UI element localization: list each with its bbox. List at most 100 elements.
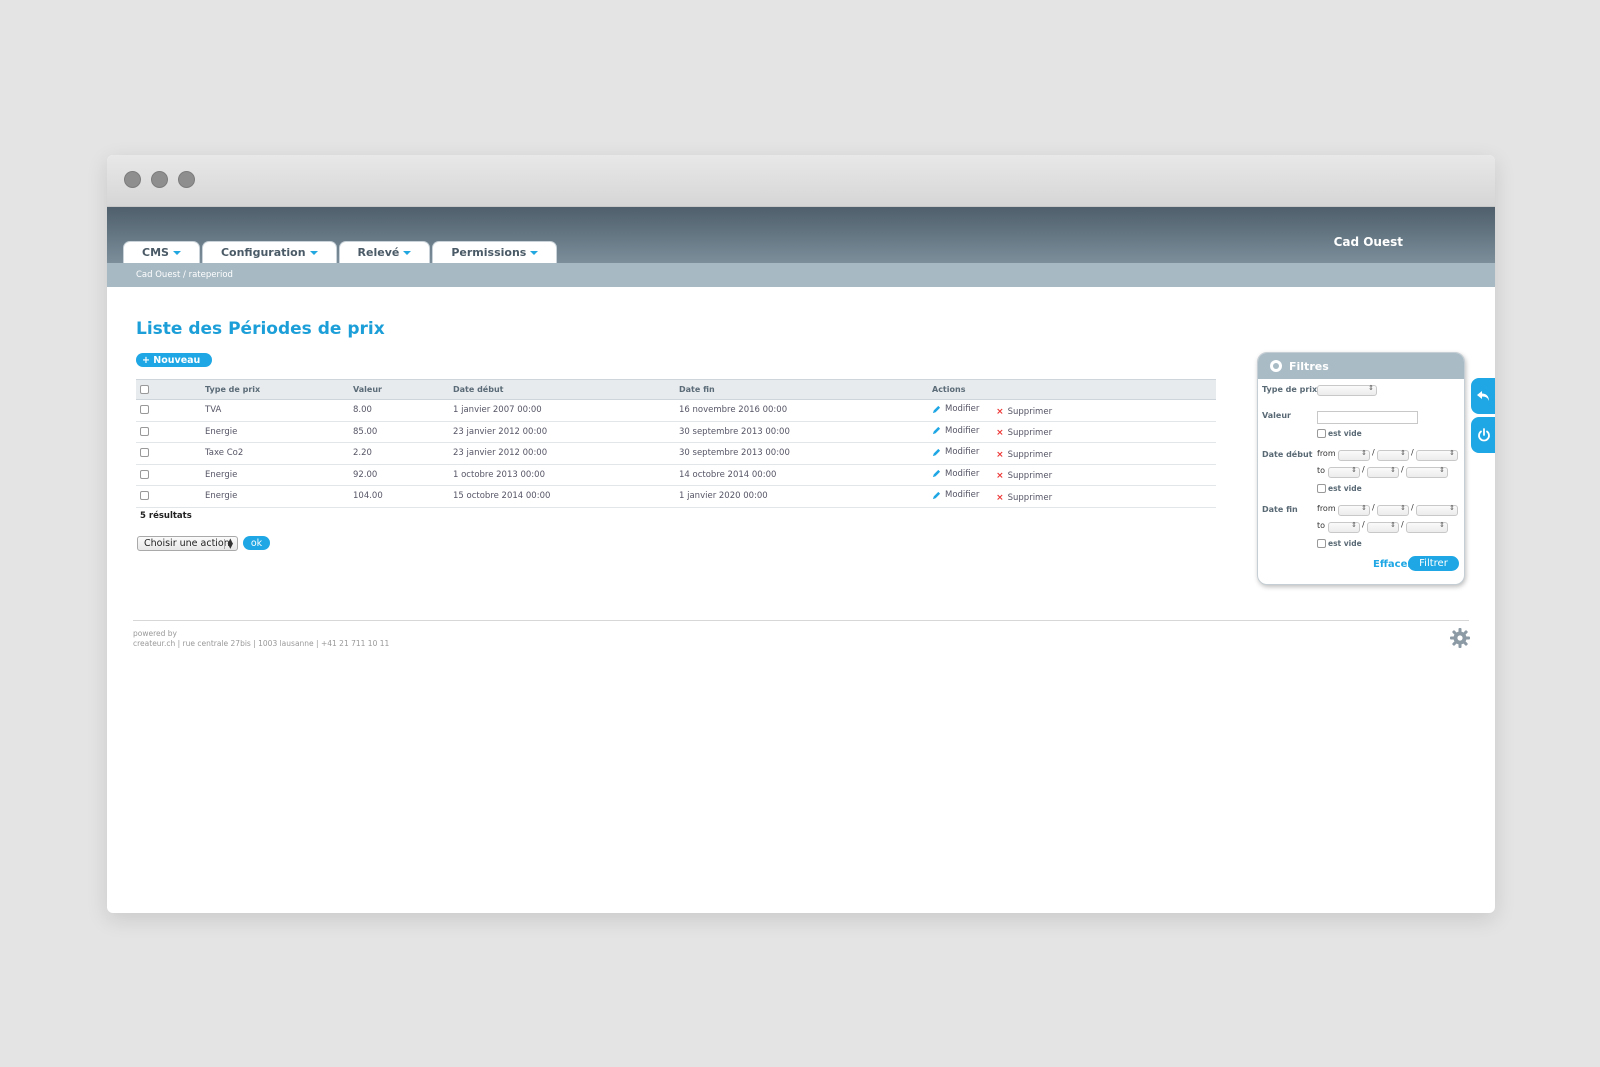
footer-credits: powered by createur.ch | rue centrale 27… [133, 629, 389, 649]
table-row: Energie 85.00 23 janvier 2012 00:00 30 s… [136, 421, 1216, 443]
tab-label: Configuration [220, 246, 306, 259]
start-to-day-select[interactable] [1328, 466, 1360, 478]
tab-releve[interactable]: Relevé [338, 241, 431, 263]
tab-label: Permissions [451, 246, 527, 259]
delete-link[interactable]: × Supprimer [996, 450, 1052, 460]
start-date-cell: 23 janvier 2012 00:00 [452, 421, 678, 443]
end-to-month-select[interactable] [1367, 521, 1399, 533]
tab-permissions[interactable]: Permissions [432, 241, 558, 263]
footer-address[interactable]: createur.ch | rue centrale 27bis | 1003 … [133, 639, 389, 649]
column-header[interactable]: Valeur [352, 379, 452, 400]
edit-link[interactable]: Modifier [932, 447, 979, 457]
filter-start-empty-checkbox[interactable] [1317, 484, 1326, 493]
row-checkbox[interactable] [140, 426, 149, 436]
delete-link[interactable]: × Supprimer [996, 493, 1052, 503]
select-all-checkbox[interactable] [140, 385, 149, 394]
end-date-cell: 30 septembre 2013 00:00 [678, 442, 931, 465]
bulk-action-select[interactable]: Choisir une action ▲ ▼ [137, 536, 238, 551]
power-icon [1478, 428, 1490, 442]
delete-label: Supprimer [1007, 406, 1053, 417]
edit-link[interactable]: Modifier [932, 469, 979, 479]
maximize-window-button[interactable] [178, 171, 195, 188]
back-side-button[interactable] [1471, 378, 1495, 414]
end-from-month-select[interactable] [1377, 504, 1409, 516]
main-nav: CMS Configuration Relevé Permissions [123, 241, 558, 263]
undo-arrow-icon [1477, 391, 1489, 401]
start-to-month-select[interactable] [1367, 466, 1399, 478]
start-date-cell: 1 octobre 2013 00:00 [452, 464, 678, 486]
select-arrows-icon: ▲ ▼ [223, 538, 233, 550]
edit-link[interactable]: Modifier [932, 404, 979, 414]
powered-by-text: powered by [133, 629, 177, 638]
bulk-ok-button[interactable]: ok [243, 536, 270, 550]
delete-label: Supprimer [1007, 471, 1053, 481]
type-cell: Energie [204, 464, 352, 486]
row-checkbox[interactable] [140, 405, 149, 415]
end-date-cell: 16 novembre 2016 00:00 [678, 399, 931, 422]
end-to-day-select[interactable] [1328, 521, 1360, 533]
rate-period-table: Type de prix Valeur Date début Date fin … [136, 379, 1216, 508]
from-label: from [1317, 504, 1336, 513]
close-window-button[interactable] [124, 171, 141, 188]
clear-filters-link[interactable]: Effacer [1373, 559, 1412, 570]
end-from-day-select[interactable] [1338, 504, 1370, 516]
footer-divider [133, 620, 1469, 621]
start-date-cell: 1 janvier 2007 00:00 [452, 399, 678, 422]
edit-link[interactable]: Modifier [932, 490, 979, 500]
delete-link[interactable]: × Supprimer [996, 471, 1052, 481]
pencil-icon [932, 491, 941, 499]
column-header[interactable]: Date fin [678, 379, 931, 400]
filter-value-input[interactable] [1317, 411, 1418, 424]
tab-cms[interactable]: CMS [123, 241, 200, 263]
page-title: Liste des Périodes de prix [136, 319, 385, 339]
gear-icon[interactable] [1449, 627, 1471, 649]
bulk-action-value: Choisir une action [144, 538, 230, 549]
filter-end-empty-checkbox[interactable] [1317, 539, 1326, 548]
edit-label: Modifier [945, 490, 980, 500]
minimize-window-button[interactable] [151, 171, 168, 188]
new-button[interactable]: + Nouveau [136, 353, 213, 367]
filter-type-select[interactable] [1317, 384, 1377, 396]
column-header[interactable]: Type de prix [204, 379, 352, 400]
apply-filters-button[interactable]: Filtrer [1408, 556, 1459, 571]
to-label: to [1317, 521, 1326, 530]
end-to-year-select[interactable] [1406, 521, 1448, 533]
row-checkbox[interactable] [140, 491, 149, 501]
row-checkbox[interactable] [140, 448, 149, 458]
browser-window: CMS Configuration Relevé Permissions Cad… [107, 155, 1495, 913]
row-checkbox[interactable] [140, 469, 149, 479]
delete-link[interactable]: × Supprimer [996, 407, 1052, 417]
end-date-cell: 30 septembre 2013 00:00 [678, 421, 931, 443]
column-header[interactable]: Date début [452, 379, 678, 400]
delete-x-icon: × [996, 492, 1004, 503]
filters-header[interactable]: Filtres [1258, 353, 1464, 379]
edit-link[interactable]: Modifier [932, 426, 979, 436]
start-from-month-select[interactable] [1377, 449, 1409, 461]
filter-end-label: Date fin [1262, 505, 1298, 514]
edit-label: Modifier [945, 468, 980, 479]
tab-label: Relevé [357, 246, 400, 259]
tab-configuration[interactable]: Configuration [201, 241, 337, 263]
date-separator: / [1372, 503, 1375, 512]
caret-down-icon [309, 250, 318, 255]
delete-link[interactable]: × Supprimer [996, 428, 1052, 438]
start-from-day-select[interactable] [1338, 449, 1370, 461]
delete-label: Supprimer [1007, 449, 1053, 460]
type-cell: TVA [204, 399, 352, 422]
pencil-icon [932, 405, 941, 413]
start-to-year-select[interactable] [1406, 466, 1448, 478]
edit-label: Modifier [945, 447, 980, 457]
delete-x-icon: × [996, 471, 1004, 481]
start-from-year-select[interactable] [1416, 449, 1458, 461]
from-label: from [1317, 449, 1336, 458]
filters-panel: Filtres Type de prix Valeur est vide Dat… [1257, 352, 1465, 585]
end-from-year-select[interactable] [1416, 504, 1458, 516]
table-header-row: Type de prix Valeur Date début Date fin … [136, 379, 1216, 400]
delete-x-icon: × [996, 428, 1004, 438]
date-separator: / [1401, 520, 1404, 529]
end-date-cell: 1 janvier 2020 00:00 [678, 485, 931, 508]
filter-value-label: Valeur [1262, 411, 1291, 420]
logout-side-button[interactable] [1471, 417, 1495, 453]
site-name: Cad Ouest [1333, 235, 1403, 249]
filter-value-empty-checkbox[interactable] [1317, 429, 1326, 438]
